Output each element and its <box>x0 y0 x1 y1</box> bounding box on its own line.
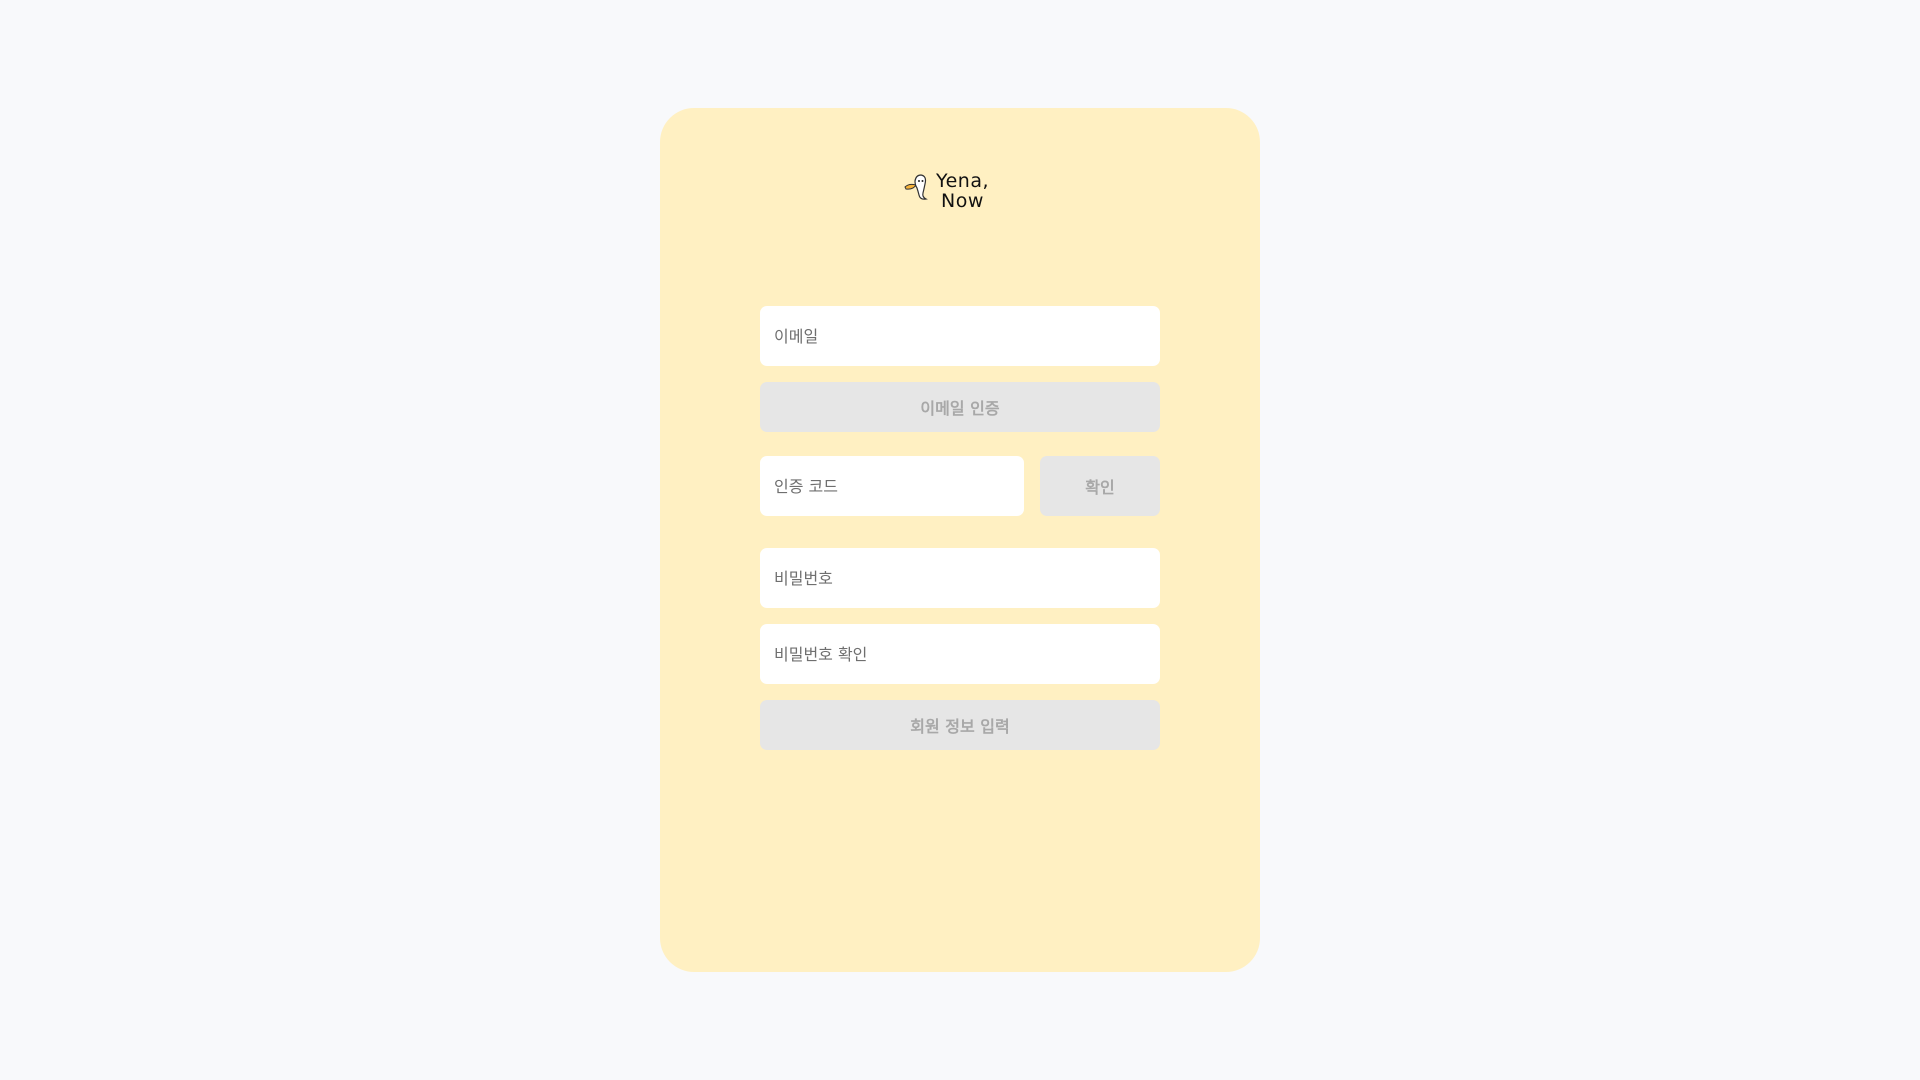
logo-text-line1: Yena, <box>936 170 989 192</box>
duck-icon <box>904 174 928 200</box>
password-field[interactable] <box>760 548 1160 608</box>
logo-text: Yena, Now <box>936 171 989 211</box>
confirm-code-button[interactable]: 확인 <box>1040 456 1160 516</box>
signup-card: Yena, Now 이메일 인증 확인 회원 정보 입력 <box>660 108 1260 972</box>
logo-text-line2: Now <box>941 190 984 212</box>
submit-profile-button[interactable]: 회원 정보 입력 <box>760 700 1160 750</box>
verify-email-button[interactable]: 이메일 인증 <box>760 382 1160 432</box>
email-field[interactable] <box>760 306 1160 366</box>
verification-code-field[interactable] <box>760 456 1024 516</box>
password-confirm-field[interactable] <box>760 624 1160 684</box>
logo: Yena, Now <box>903 171 1003 215</box>
